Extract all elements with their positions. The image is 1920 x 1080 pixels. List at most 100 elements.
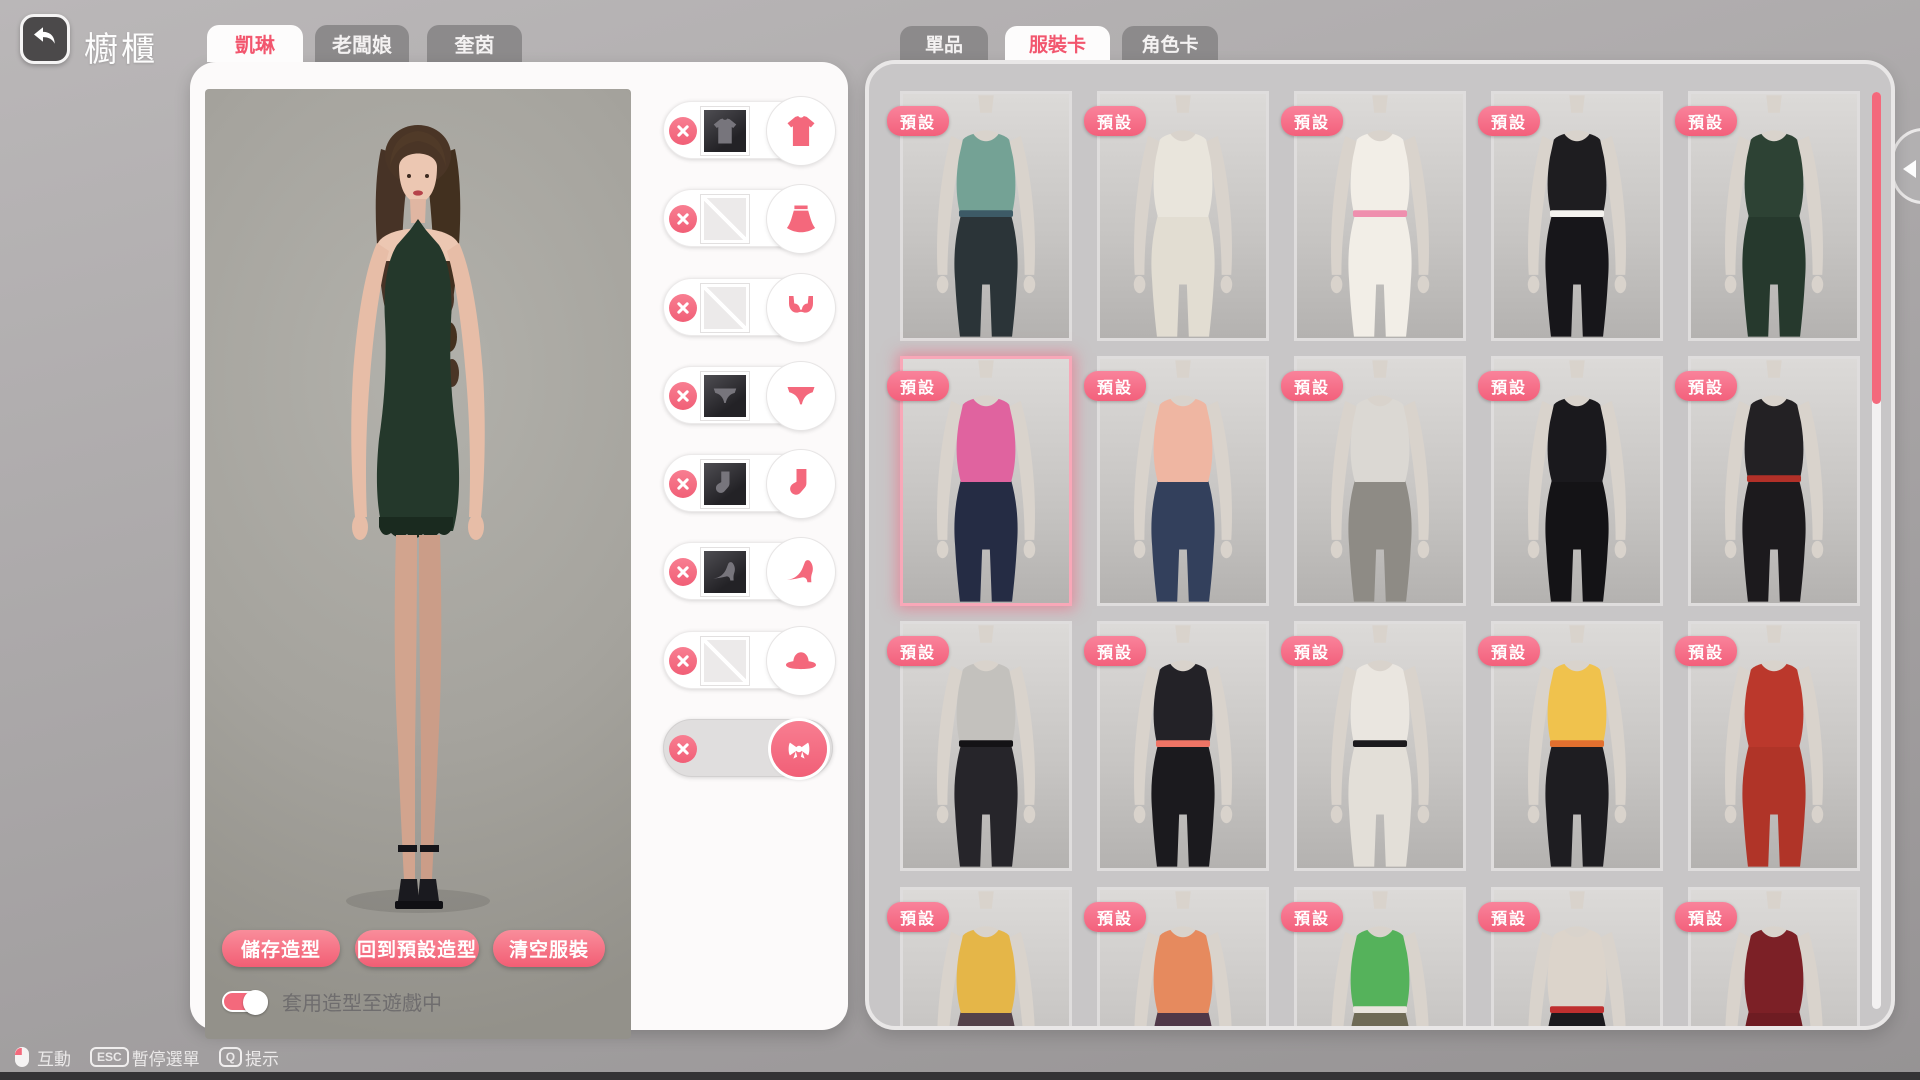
preset-badge: 預設 — [1281, 902, 1343, 932]
heel-icon — [767, 538, 835, 606]
top-thumbnail[interactable] — [701, 107, 749, 155]
remove-accessory-button[interactable] — [669, 735, 697, 763]
scrollbar-track[interactable] — [1872, 92, 1881, 1009]
remove-shoes-button[interactable] — [669, 558, 697, 586]
outfit-card-black-slit-gown[interactable]: 預設 — [1491, 356, 1663, 606]
preset-badge: 預設 — [887, 636, 949, 666]
tshirt-icon — [767, 97, 835, 165]
save-look-button[interactable]: 儲存造型 — [222, 930, 340, 967]
back-arrow-icon — [30, 22, 60, 57]
bow-icon — [771, 721, 827, 777]
preset-badge: 預設 — [1281, 636, 1343, 666]
outfit-card-yellow-polo-black-leggings[interactable]: 預設 — [1491, 621, 1663, 871]
toggle-knob — [243, 990, 268, 1015]
preset-badge: 預設 — [1478, 371, 1540, 401]
tab-character-boss-lady[interactable]: 老闆娘 — [315, 25, 409, 62]
outfit-card-black-lace-gown-red-trim[interactable]: 預設 — [1688, 356, 1860, 606]
outfit-card-orange-keyhole-top-plum-skirt[interactable]: 預設 — [1097, 887, 1269, 1030]
clear-clothing-button[interactable]: 清空服裝 — [493, 930, 605, 967]
outfit-card-peach-tee-navy-shorts[interactable]: 預設 — [1097, 356, 1269, 606]
outfit-card-white-heart-bodysuit[interactable]: 預設 — [1294, 621, 1466, 871]
preset-badge: 預設 — [1675, 371, 1737, 401]
outfit-card-teal-tank-and-jeans[interactable]: 預設 — [900, 91, 1072, 341]
preset-badge: 預設 — [1675, 106, 1737, 136]
preset-badge: 預設 — [1084, 636, 1146, 666]
preset-badge: 預設 — [1478, 636, 1540, 666]
clothing-slot-accessory[interactable] — [663, 719, 833, 777]
character-preview[interactable] — [205, 89, 631, 1039]
remove-hat-button[interactable] — [669, 647, 697, 675]
bottom-strip — [0, 1072, 1920, 1080]
remove-panties-button[interactable] — [669, 382, 697, 410]
hint-bar: 互動 ESC 暫停選單 Q 提示 — [14, 1044, 279, 1070]
hint-tip-label: 提示 — [245, 1045, 279, 1070]
clothing-slot-top[interactable] — [663, 101, 833, 159]
hat-thumbnail-empty[interactable] — [701, 637, 749, 685]
preset-badge: 預設 — [887, 371, 949, 401]
clothing-slot-shoes[interactable] — [663, 542, 833, 600]
shoes-thumbnail[interactable] — [701, 548, 749, 596]
hint-pause-label: 暫停選單 — [132, 1045, 200, 1070]
panties-icon — [767, 362, 835, 430]
reset-to-preset-button[interactable]: 回到預設造型 — [355, 930, 479, 967]
outfit-card-black-harness-lingerie[interactable]: 預設 — [1491, 887, 1663, 1030]
outfit-card-pink-trim-maid-apron[interactable]: 預設 — [1294, 91, 1466, 341]
outfit-card-varsity-jacket-skirt-set[interactable]: 預設 — [1097, 621, 1269, 871]
sock-icon — [767, 450, 835, 518]
outfit-card-red-cutout-dress[interactable]: 預設 — [1688, 621, 1860, 871]
preset-badge: 預設 — [1675, 902, 1737, 932]
hint-interact-label: 互動 — [37, 1045, 71, 1070]
remove-top-button[interactable] — [669, 117, 697, 145]
preset-badge: 預設 — [1084, 371, 1146, 401]
outfit-card-fishnet-harness-set[interactable]: 預設 — [900, 621, 1072, 871]
tab-character-kailin[interactable]: 凱琳 — [207, 25, 303, 62]
preset-badge: 預設 — [1084, 106, 1146, 136]
clothing-slot-skirt[interactable] — [663, 189, 833, 247]
outfit-card-panel: 預設預設預設預設預設預設預設預設預設預設預設預設預設預設預設預設預設預設預設預設 — [865, 60, 1895, 1030]
skirt-icon — [767, 185, 835, 253]
remove-legwear-button[interactable] — [669, 470, 697, 498]
preset-badge: 預設 — [887, 106, 949, 136]
clothing-slot-panties[interactable] — [663, 366, 833, 424]
panties-thumbnail[interactable] — [701, 372, 749, 420]
outfit-card-green-halter-mini-dress[interactable]: 預設 — [1688, 91, 1860, 341]
preset-badge: 預設 — [1281, 106, 1343, 136]
bra-thumbnail-empty[interactable] — [701, 284, 749, 332]
outfit-card-white-strapless-dress[interactable]: 預設 — [1097, 91, 1269, 341]
collapse-arrow-icon — [1903, 160, 1916, 178]
page-title: 櫥櫃 — [84, 22, 158, 71]
tab-single-items[interactable]: 單品 — [900, 26, 988, 60]
outfit-card-black-blazer-suit[interactable]: 預設 — [1491, 91, 1663, 341]
clothing-slot-hat[interactable] — [663, 631, 833, 689]
bra-icon — [767, 274, 835, 342]
tab-outfit-cards[interactable]: 服裝卡 — [1005, 26, 1110, 60]
preset-badge: 預設 — [1675, 636, 1737, 666]
legwear-thumbnail[interactable] — [701, 460, 749, 508]
outfit-card-yellow-vneck-top-dark-skirt[interactable]: 預設 — [900, 887, 1072, 1030]
preset-badge: 預設 — [887, 902, 949, 932]
remove-skirt-button[interactable] — [669, 205, 697, 233]
outfit-card-burgundy-laceup-dress[interactable]: 預設 — [1688, 887, 1860, 1030]
preset-badge: 預設 — [1478, 902, 1540, 932]
scrollbar-thumb[interactable] — [1872, 92, 1881, 404]
outfit-card-green-shrug-bikini-set[interactable]: 預設 — [1294, 887, 1466, 1030]
clothing-slot-legwear[interactable] — [663, 454, 833, 512]
outfit-card-pink-crop-top-navy-leggings[interactable]: 預設 — [900, 356, 1072, 606]
hat-icon — [767, 627, 835, 695]
preset-badge: 預設 — [1478, 106, 1540, 136]
tab-character-cards[interactable]: 角色卡 — [1122, 26, 1218, 60]
remove-bra-button[interactable] — [669, 294, 697, 322]
apply-look-toggle[interactable] — [222, 991, 268, 1012]
preset-badge: 預設 — [1084, 902, 1146, 932]
outfit-card-white-hoodie-gray-leggings[interactable]: 預設 — [1294, 356, 1466, 606]
preset-badge: 預設 — [1281, 371, 1343, 401]
collapse-panel-button[interactable] — [1891, 128, 1920, 204]
clothing-slot-bra[interactable] — [663, 278, 833, 336]
esc-keycap: ESC — [90, 1047, 129, 1067]
character-figure — [205, 89, 631, 1039]
back-button[interactable] — [20, 14, 70, 64]
skirt-thumbnail-empty[interactable] — [701, 195, 749, 243]
wardrobe-screen: 櫥櫃 凱琳 老闆娘 奎茵 單品 服裝卡 角色卡 — [0, 0, 1920, 1080]
apply-look-toggle-label: 套用造型至遊戲中 — [282, 987, 442, 1016]
tab-character-quinn[interactable]: 奎茵 — [427, 25, 522, 62]
